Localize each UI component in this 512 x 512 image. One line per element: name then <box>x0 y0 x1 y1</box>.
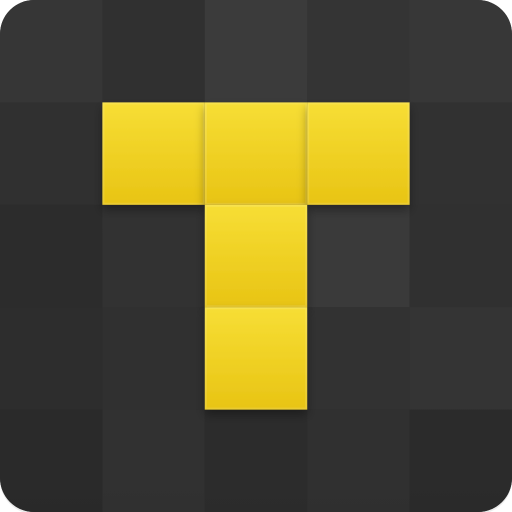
tetromino-t-icon <box>0 0 512 512</box>
grid-tile-shade <box>0 0 103 103</box>
grid-tile-shade <box>409 102 512 205</box>
t-tetromino-block <box>307 102 410 205</box>
grid-tile-shade <box>102 307 205 410</box>
grid-tile-shade <box>0 409 103 512</box>
t-tetromino-block <box>102 102 205 205</box>
grid-tile-shade <box>102 409 205 512</box>
grid-tile-shade <box>0 102 103 205</box>
grid-tile-shade <box>307 409 410 512</box>
t-tetromino-block <box>204 204 308 308</box>
grid-tile-shade <box>409 409 512 512</box>
grid-tile-shade <box>307 204 410 308</box>
grid-tile-shade <box>204 0 308 103</box>
grid-tile-shade <box>0 204 103 308</box>
grid-tile-shade <box>0 307 103 410</box>
t-tetromino-block <box>204 307 308 410</box>
grid-tile-shade <box>307 0 410 103</box>
icon-container <box>0 0 512 512</box>
grid-tile-shade <box>307 307 410 410</box>
grid-tile-shade <box>204 409 308 512</box>
grid-tile-shade <box>102 0 205 103</box>
t-tetromino-block <box>204 102 308 205</box>
grid-tile-shade <box>409 204 512 308</box>
grid-tile-shade <box>102 204 205 308</box>
tetromino-t-app-icon[interactable] <box>0 0 512 512</box>
grid-tile-shade <box>409 0 512 103</box>
grid-tile-shade <box>409 307 512 410</box>
